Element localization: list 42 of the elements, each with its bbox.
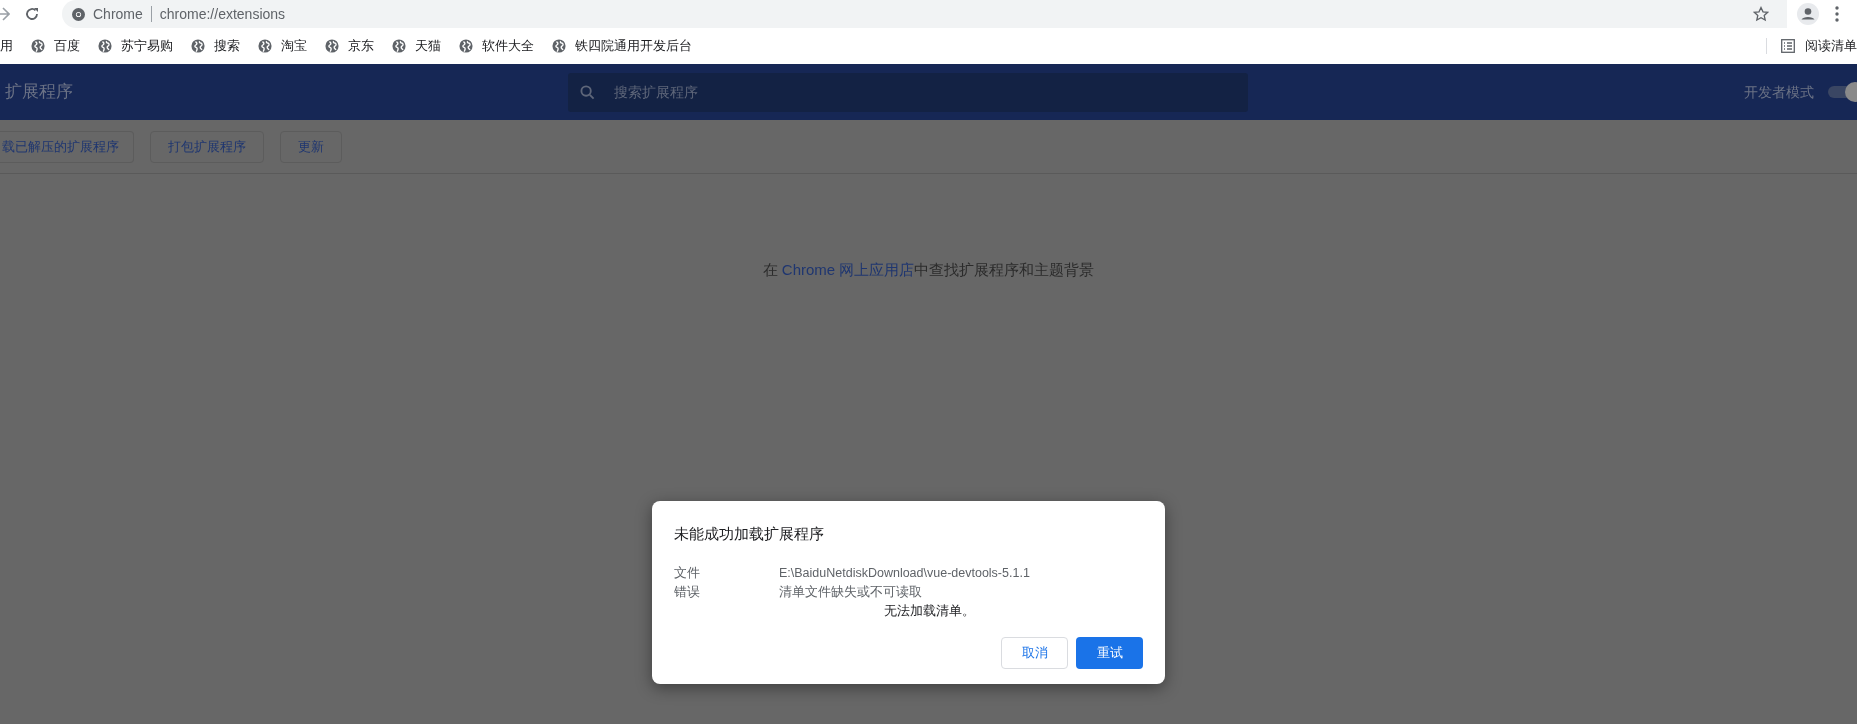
bookmark-item[interactable]: 用	[0, 36, 31, 56]
reload-icon[interactable]	[24, 6, 40, 22]
bookmark-item[interactable]: 百度	[31, 36, 98, 56]
page-title: 扩展程序	[4, 81, 74, 104]
developer-mode-toggle[interactable]	[1828, 81, 1857, 103]
globe-icon	[258, 39, 272, 53]
bookmark-item[interactable]: 天猫	[392, 36, 459, 56]
address-bar[interactable]: Chrome chrome://extensions	[62, 0, 1787, 28]
cancel-button[interactable]: 取消	[1001, 637, 1068, 669]
globe-icon	[191, 39, 205, 53]
store-hint-text: 在 Chrome 网上应用店中查找扩展程序和主题背景	[762, 260, 1095, 280]
globe-icon	[459, 39, 473, 53]
globe-icon	[392, 39, 406, 53]
developer-mode-label: 开发者模式	[1744, 82, 1814, 102]
detail-label: 文件	[674, 564, 701, 582]
globe-icon	[552, 39, 566, 53]
menu-icon[interactable]	[1835, 6, 1839, 22]
site-label: Chrome	[93, 4, 143, 24]
globe-icon	[325, 39, 339, 53]
reading-list-button[interactable]: 阅读清单	[1805, 36, 1857, 56]
bookmark-item[interactable]: 淘宝	[258, 36, 325, 56]
bookmark-item[interactable]: 铁四院通用开发后台	[552, 36, 710, 56]
chrome-logo-icon	[72, 7, 85, 21]
retry-button[interactable]: 重试	[1076, 637, 1143, 669]
detail-value: E:\BaiduNetdiskDownload\vue-devtools-5.1.1	[779, 564, 1030, 582]
bookmark-item[interactable]: 苏宁易购	[98, 36, 191, 56]
url-text: chrome://extensions	[159, 4, 286, 24]
detail-value: 清单文件缺失或不可读取	[779, 583, 922, 601]
bookmark-item[interactable]: 京东	[325, 36, 392, 56]
bookmark-item[interactable]: 软件大全	[459, 36, 552, 56]
dialog-title: 未能成功加载扩展程序	[674, 524, 825, 544]
globe-icon	[31, 39, 45, 53]
error-detail: 无法加载清单。	[883, 602, 975, 620]
star-icon[interactable]	[1753, 6, 1769, 22]
back-arrow-icon[interactable]	[0, 7, 10, 21]
profile-avatar-icon[interactable]	[1797, 3, 1819, 25]
detail-label: 错误	[674, 583, 701, 601]
globe-icon	[98, 39, 112, 53]
bookmark-item[interactable]: 搜索	[191, 36, 258, 56]
search-icon	[580, 84, 595, 100]
list-icon	[1781, 39, 1795, 53]
search-field[interactable]: 搜索扩展程序	[568, 72, 1248, 112]
